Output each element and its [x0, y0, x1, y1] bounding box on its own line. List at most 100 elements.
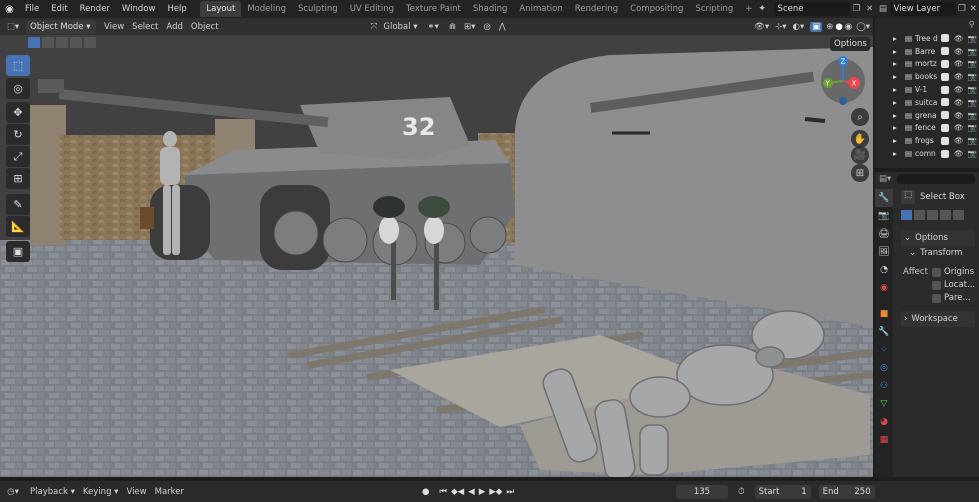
transform-tool[interactable]: ⊞ — [6, 168, 30, 189]
add-cube-tool[interactable]: ▣ — [6, 241, 30, 262]
tab-animation[interactable]: Animation — [513, 1, 568, 17]
options-dropdown[interactable]: Options — [830, 37, 870, 51]
tab-rendering[interactable]: Rendering — [569, 1, 624, 17]
affect-origins-checkbox[interactable]: Origins — [932, 267, 974, 277]
include-checkbox[interactable] — [941, 149, 949, 158]
snap-target-icon[interactable]: ⊞▾ — [464, 22, 475, 32]
tab-shading[interactable]: Shading — [467, 1, 514, 17]
xray-toggle-icon[interactable]: ▣ — [810, 21, 823, 32]
proportional-edit-icon[interactable]: ◎ — [483, 22, 490, 32]
eye-icon[interactable]: 👁 — [954, 34, 964, 43]
outliner-item[interactable]: ▸ ▤ V-1 👁 📷 — [893, 83, 979, 96]
outliner-item[interactable]: ▸ ▤ grena 👁 📷 — [893, 109, 979, 122]
end-frame-field[interactable]: End 250 — [818, 484, 875, 499]
zoom-icon[interactable]: ⌕ — [851, 108, 869, 126]
eye-icon[interactable]: 👁 — [954, 136, 964, 145]
properties-search-field[interactable] — [897, 174, 975, 184]
options-panel-header[interactable]: ⌄ Options — [901, 230, 975, 246]
include-checkbox[interactable] — [941, 72, 949, 81]
affect-locations-checkbox[interactable]: Locat... — [932, 280, 975, 290]
output-tab-icon[interactable]: 🖨 — [875, 225, 893, 243]
playback-menu[interactable]: Playback ▾ — [26, 487, 79, 497]
editor-type-icon[interactable]: ⬚▾ — [0, 22, 26, 32]
camera-icon[interactable]: 📷 — [968, 59, 977, 68]
delete-scene-icon[interactable]: ✕ — [863, 4, 876, 14]
physics-tab-icon[interactable]: ◎ — [875, 359, 893, 377]
include-checkbox[interactable] — [941, 34, 949, 43]
viewport-3d[interactable]: 32 ⬚ ◎ ✥ ↻ ⤢ ⊞ ✎ 📐 ▣ Options Z X Y ⌕ ✋ 🎥… — [0, 35, 873, 477]
tab-texture-paint[interactable]: Texture Paint — [400, 1, 467, 17]
scene-tab-icon[interactable]: ◔ — [875, 261, 893, 279]
outliner-item[interactable]: ▸ ▤ mortz 👁 📷 — [893, 58, 979, 71]
jump-start-icon[interactable]: ⏮ — [439, 487, 447, 497]
scene-selector[interactable]: Scene — [773, 2, 850, 16]
include-checkbox[interactable] — [941, 136, 949, 145]
camera-icon[interactable]: 📷 — [968, 47, 977, 56]
play-icon[interactable]: ▶ — [479, 487, 486, 497]
camera-icon[interactable]: 📷 — [968, 72, 977, 81]
include-checkbox[interactable] — [941, 123, 949, 132]
modifier-tab-icon[interactable]: 🔧 — [875, 323, 893, 341]
snap-icon[interactable]: ⋒ — [449, 22, 456, 32]
visibility-toggle-icon[interactable]: 👁▾ — [754, 22, 769, 32]
workspace-panel-header[interactable]: › Workspace — [901, 311, 975, 327]
cursor-tool[interactable]: ◎ — [6, 78, 30, 99]
object-tab-icon[interactable]: ■ — [875, 305, 893, 323]
tool-mode-icons[interactable] — [901, 210, 964, 220]
menu-file[interactable]: File — [19, 4, 45, 14]
include-checkbox[interactable] — [941, 59, 949, 68]
next-keyframe-icon[interactable]: ▶◆ — [489, 487, 502, 497]
current-frame-field[interactable]: 135 — [675, 484, 728, 499]
shading-solid-icon[interactable]: ● — [835, 22, 842, 32]
auto-keying-icon[interactable]: ⏱ — [738, 487, 745, 497]
annotate-tool[interactable]: ✎ — [6, 194, 30, 215]
include-checkbox[interactable] — [941, 47, 949, 56]
move-tool[interactable]: ✥ — [6, 102, 30, 123]
timeline-editor-icon[interactable]: ◷▾ — [0, 487, 26, 497]
copy-scene-icon[interactable]: ❐ — [850, 4, 863, 14]
outliner-item[interactable]: ▸ ▤ comn 👁 📷 — [893, 147, 979, 160]
constraints-tab-icon[interactable]: ⚇ — [875, 377, 893, 395]
camera-icon[interactable]: 📷 — [968, 34, 977, 43]
overlay-toggle-icon[interactable]: ◐▾ — [793, 22, 805, 32]
start-frame-field[interactable]: Start 1 — [754, 484, 811, 499]
navigation-gizmo[interactable]: Z X Y — [818, 53, 866, 109]
tab-uv-editing[interactable]: UV Editing — [344, 1, 400, 17]
scene-icon[interactable]: ✦ — [758, 4, 773, 14]
include-checkbox[interactable] — [941, 111, 949, 120]
filter-icon[interactable]: ⚲ — [969, 20, 975, 30]
tab-compositing[interactable]: Compositing — [624, 1, 689, 17]
camera-icon[interactable]: 📷 — [968, 123, 977, 132]
properties-editor-icon[interactable]: ▤▾ — [879, 174, 891, 184]
outliner-item[interactable]: ▸ ▤ books 👁 📷 — [893, 70, 979, 83]
blender-logo-icon[interactable]: ◉ — [0, 4, 19, 15]
outliner-item[interactable]: ▸ ▤ fence 👁 📷 — [893, 122, 979, 135]
timeline-view-menu[interactable]: View — [122, 487, 150, 497]
tab-scripting[interactable]: Scripting — [689, 1, 739, 17]
eye-icon[interactable]: 👁 — [954, 98, 964, 107]
camera-icon[interactable]: 📷 — [968, 136, 977, 145]
menu-select[interactable]: Select — [128, 22, 162, 32]
select-box-tool[interactable]: ⬚ — [6, 55, 30, 76]
eye-icon[interactable]: 👁 — [954, 111, 964, 120]
transform-subpanel[interactable]: ⌄ Transform — [909, 248, 962, 258]
prev-keyframe-icon[interactable]: ◆◀ — [451, 487, 464, 497]
delete-view-layer-icon[interactable]: ✕ — [968, 4, 979, 14]
outliner-item[interactable]: ▸ ▤ frogs 👁 📷 — [893, 134, 979, 147]
eye-icon[interactable]: 👁 — [954, 72, 964, 81]
affect-parents-checkbox[interactable]: Pare... — [932, 293, 971, 303]
orientation-selector[interactable]: Global ▾ — [379, 22, 421, 32]
copy-view-layer-icon[interactable]: ❐ — [956, 4, 967, 14]
camera-icon[interactable]: 📷 — [968, 149, 977, 158]
menu-object[interactable]: Object — [187, 22, 223, 32]
outliner-item[interactable]: ▸ ▤ suitca 👁 📷 — [893, 96, 979, 109]
menu-view[interactable]: View — [100, 22, 128, 32]
mode-selector[interactable]: Object Mode ▾ — [26, 19, 96, 34]
marker-menu[interactable]: Marker — [151, 487, 188, 497]
menu-edit[interactable]: Edit — [45, 4, 73, 14]
outliner-item[interactable]: ▸ ▤ Barre 👁 📷 — [893, 45, 979, 58]
tab-sculpting[interactable]: Sculpting — [292, 1, 344, 17]
camera-icon[interactable]: 📷 — [968, 111, 977, 120]
render-tab-icon[interactable]: 📷 — [875, 207, 893, 225]
view-layer-selector[interactable]: View Layer — [889, 2, 957, 16]
